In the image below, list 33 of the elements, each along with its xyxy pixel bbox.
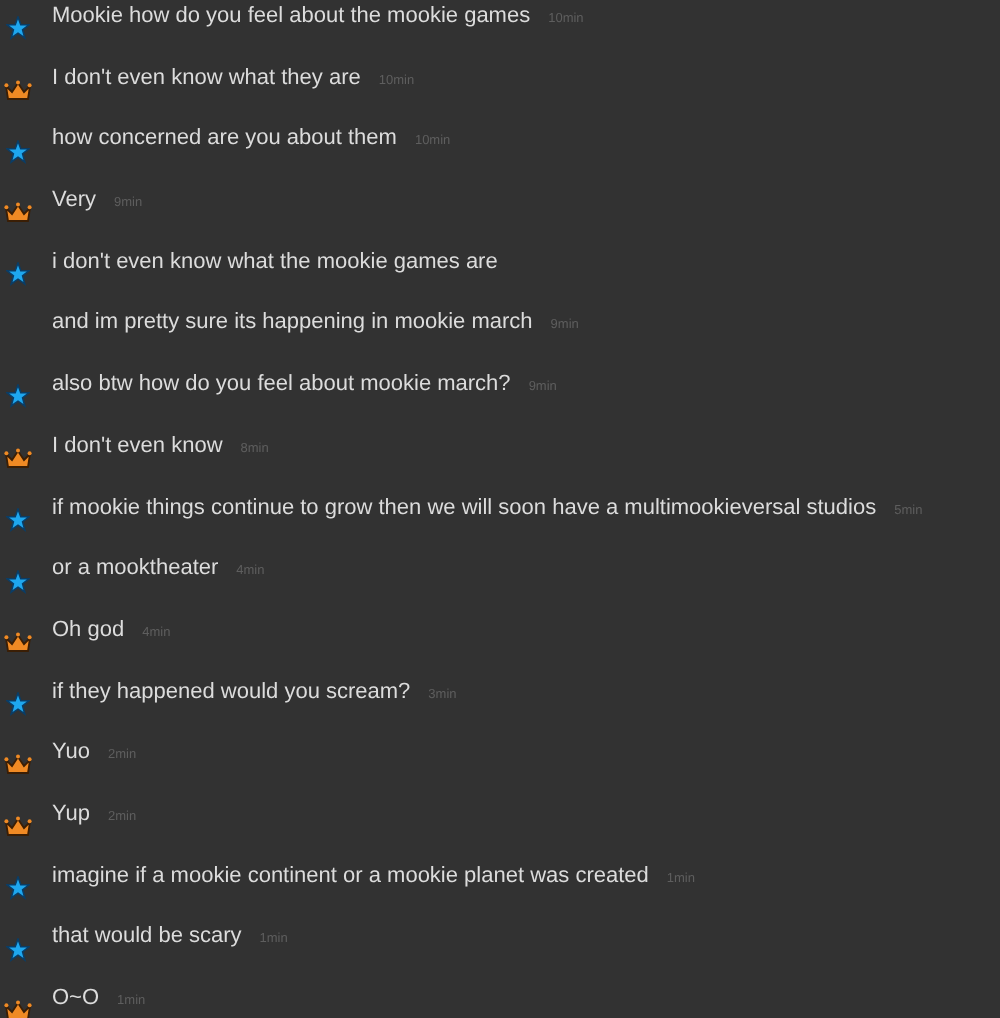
star-icon xyxy=(6,875,30,900)
message-text: also btw how do you feel about mookie march? xyxy=(52,370,511,401)
star-icon xyxy=(6,262,30,287)
message-text: Very xyxy=(52,186,97,217)
star-icon xyxy=(6,569,30,594)
message-text: Yuo xyxy=(52,738,90,769)
crown-icon xyxy=(4,754,32,777)
crown-icon xyxy=(4,201,32,224)
message-text: if they happened would you scream? xyxy=(52,677,411,708)
crown-icon xyxy=(4,815,32,838)
message-text: Mookie how do you feel about the mookie games xyxy=(52,2,531,32)
message-text: if mookie things continue to grow then we will soon have a multimookieversal studios xyxy=(52,493,877,523)
message-text: Oh god xyxy=(52,615,125,646)
star-icon xyxy=(6,384,30,409)
message-text: I don't even know what they are xyxy=(52,63,361,94)
star-icon xyxy=(6,139,30,164)
message-text: I don't even know xyxy=(52,431,223,462)
crown-icon xyxy=(4,447,32,470)
crown-icon xyxy=(4,79,32,102)
message-text: Yup xyxy=(52,799,90,830)
message-text: or a mooktheater xyxy=(52,554,219,585)
star-icon xyxy=(6,937,30,962)
message-text: O~O xyxy=(52,984,100,1014)
crown-icon xyxy=(4,999,32,1018)
message-text: and im pretty sure its happening in mookie march xyxy=(52,308,533,339)
message-text: i don't even know what the mookie games are xyxy=(52,247,498,278)
message-text: how concerned are you about them xyxy=(52,124,397,155)
message-text: imagine if a mookie continent or a mookie planet was created xyxy=(52,861,649,892)
star-icon xyxy=(6,507,30,532)
message-text: that would be scary xyxy=(52,922,242,953)
star-icon xyxy=(6,16,30,41)
crown-icon xyxy=(4,631,32,654)
star-icon xyxy=(6,691,30,716)
